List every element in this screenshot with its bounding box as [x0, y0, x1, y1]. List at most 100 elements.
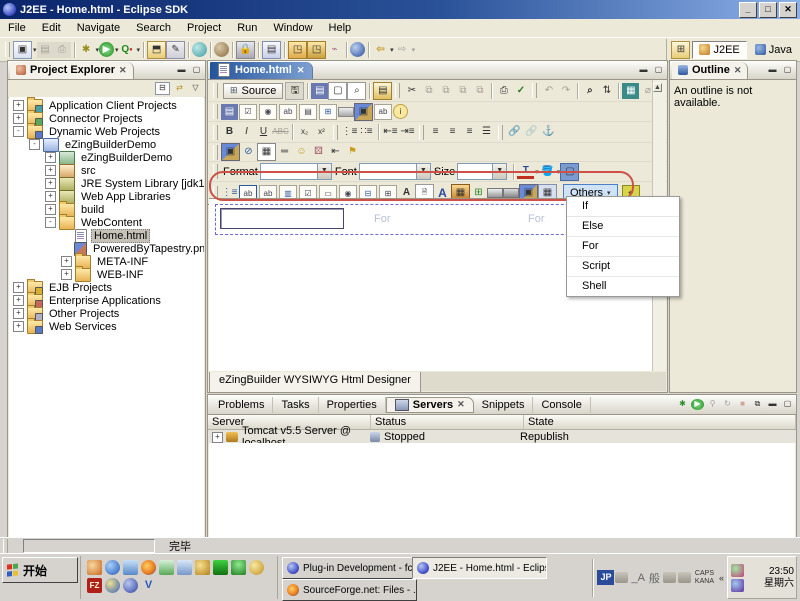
close-editor-icon[interactable]: ✕: [297, 65, 305, 76]
textfield-widget-icon[interactable]: ab: [279, 104, 297, 120]
tree-item[interactable]: + Other Projects: [9, 307, 204, 320]
button-widget-icon[interactable]: [338, 107, 354, 117]
fill-color-icon[interactable]: 🪣: [539, 164, 556, 180]
radio-widget-icon[interactable]: ◉: [259, 104, 277, 120]
expander-icon[interactable]: +: [45, 204, 56, 215]
bullet-list-icon[interactable]: ∷≡: [358, 124, 375, 140]
publish-icon[interactable]: 🖫: [285, 82, 304, 100]
minimize-editor-icon[interactable]: ▬: [637, 65, 650, 76]
tree-item[interactable]: + Connector Projects: [9, 112, 204, 125]
forward-icon[interactable]: ⇨: [394, 42, 411, 58]
taskbar-button-plugin-dev[interactable]: Plug-in Development - fc...: [282, 557, 417, 579]
minimize-view-icon[interactable]: ▬: [766, 65, 779, 76]
undo-icon[interactable]: ↶: [540, 83, 557, 99]
caps-kana-indicator[interactable]: CAPS KANA: [695, 570, 714, 586]
minimize-button[interactable]: _: [739, 2, 757, 18]
tree-item[interactable]: + eZingBuilderDemo: [9, 151, 204, 164]
p2p-icon[interactable]: [231, 560, 246, 575]
tree-item[interactable]: + WEB-INF: [9, 268, 204, 281]
canvas-text-input[interactable]: [220, 208, 344, 229]
menu-item-shell[interactable]: Shell: [567, 277, 679, 296]
underline-icon[interactable]: U: [255, 124, 272, 140]
scroll-up-icon[interactable]: ▲: [653, 83, 662, 92]
menu-search[interactable]: Search: [128, 20, 179, 36]
new-file-wizard-icon[interactable]: ✎: [166, 41, 185, 59]
maximize-view-icon[interactable]: ▢: [781, 399, 794, 410]
collapse-tray-icon[interactable]: «: [719, 573, 724, 583]
expander-icon[interactable]: +: [212, 432, 223, 443]
menu-item-if[interactable]: If: [567, 197, 679, 217]
menu-item-script[interactable]: Script: [567, 257, 679, 277]
bold-icon[interactable]: B: [221, 124, 238, 140]
globe-wizard-icon[interactable]: [214, 42, 229, 57]
expander-icon[interactable]: +: [13, 100, 24, 111]
menu-window[interactable]: Window: [265, 20, 320, 36]
ime-tool-icon[interactable]: [663, 572, 676, 583]
close-view-icon[interactable]: ✕: [457, 399, 465, 410]
toolbar-grip[interactable]: [213, 164, 218, 179]
expander-icon[interactable]: -: [29, 139, 40, 150]
tree-item-selected[interactable]: Home.html: [9, 229, 204, 242]
menu-item-else[interactable]: Else: [567, 217, 679, 237]
paste-text-icon[interactable]: ⧉: [471, 83, 488, 99]
align-left-icon[interactable]: ≡: [427, 124, 444, 140]
save-icon[interactable]: ▤: [311, 83, 328, 99]
mail-icon[interactable]: [87, 560, 102, 575]
globe-icon[interactable]: [350, 42, 365, 57]
maximize-button[interactable]: □: [759, 2, 777, 18]
open-resource-icon[interactable]: ◳: [307, 41, 326, 59]
ime-pad-icon[interactable]: [678, 572, 691, 583]
tree-item[interactable]: PoweredByTapestry.png: [9, 242, 204, 255]
close-view-icon[interactable]: ✕: [119, 65, 127, 76]
table-grid-icon[interactable]: ▦: [622, 83, 639, 99]
collapse-all-icon[interactable]: ⊟: [155, 82, 170, 95]
lock-icon[interactable]: 🔒: [236, 41, 255, 59]
filezilla-icon[interactable]: FZ: [87, 578, 102, 593]
new-document-icon[interactable]: ▢: [328, 82, 347, 100]
expander-icon[interactable]: -: [45, 217, 56, 228]
print-icon[interactable]: ⎙: [54, 42, 71, 58]
copy-icon[interactable]: ⧉: [420, 83, 437, 99]
language-indicator[interactable]: JP: [597, 570, 614, 585]
notes-icon[interactable]: ▤: [262, 41, 281, 59]
image-widget-icon[interactable]: ▣: [354, 103, 373, 121]
maximize-view-icon[interactable]: ▢: [781, 65, 794, 76]
maximize-editor-icon[interactable]: ▢: [652, 65, 665, 76]
open-file-icon[interactable]: ◳: [288, 41, 307, 59]
tab-problems[interactable]: Problems: [210, 397, 273, 413]
messenger-icon[interactable]: [123, 560, 138, 575]
ime-conversion-mode[interactable]: 般: [649, 570, 660, 586]
format-combo[interactable]: ▼: [260, 163, 332, 180]
close-button[interactable]: ✕: [779, 2, 797, 18]
find-replace-icon[interactable]: ⇅: [598, 83, 615, 99]
horizontal-rule-icon[interactable]: ═: [276, 144, 293, 160]
superscript-icon[interactable]: x²: [313, 124, 330, 140]
border-style-icon[interactable]: ▢: [560, 163, 579, 181]
start-server-icon[interactable]: ▶: [691, 399, 704, 410]
tree-item[interactable]: + Enterprise Applications: [9, 294, 204, 307]
column-status[interactable]: Status: [371, 415, 524, 429]
submit-button-component-icon[interactable]: [487, 188, 503, 198]
link-with-editor-icon[interactable]: ⇄: [173, 83, 186, 94]
paste-icon[interactable]: ⧉: [437, 83, 454, 99]
cut-icon[interactable]: ✂: [403, 83, 420, 99]
insert-link-icon[interactable]: 🔗: [506, 124, 523, 140]
spellcheck-icon[interactable]: ✓: [512, 83, 529, 99]
symbol-icon[interactable]: ⚄: [310, 144, 327, 160]
tree-item[interactable]: - Dynamic Web Projects: [9, 125, 204, 138]
listbox-widget-icon[interactable]: ▤: [299, 104, 317, 120]
toolbar-grip[interactable]: [498, 125, 503, 140]
redo-icon[interactable]: ↷: [557, 83, 574, 99]
tree-item[interactable]: + build: [9, 203, 204, 216]
numbered-list-icon[interactable]: ⋮≡: [341, 124, 358, 140]
planet-icon[interactable]: [123, 578, 138, 593]
minimize-view-icon[interactable]: ▬: [175, 65, 188, 76]
taskbar-button-sourceforge[interactable]: SourceForge.net: Files - ...: [282, 579, 417, 601]
tab-console[interactable]: Console: [533, 397, 590, 413]
menu-run[interactable]: Run: [229, 20, 265, 36]
toolbar-grip[interactable]: [419, 125, 424, 140]
reset-button-component-icon[interactable]: [503, 188, 519, 198]
page-break-icon[interactable]: ⇤: [327, 144, 344, 160]
tab-snippets[interactable]: Snippets: [474, 397, 534, 413]
expander-icon[interactable]: +: [61, 256, 72, 267]
